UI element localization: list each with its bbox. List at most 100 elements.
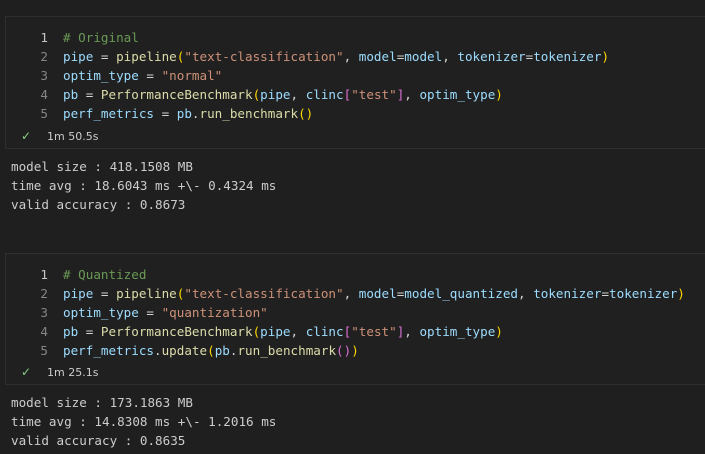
code-line[interactable]: 3 optim_type = "quantization" xyxy=(6,303,705,322)
code-token: , xyxy=(290,87,306,102)
output-line: model size : 173.1863 MB xyxy=(11,395,193,410)
code-line[interactable]: 4 pb = PerformanceBenchmark(pipe, clinc["… xyxy=(6,322,705,341)
code-text[interactable]: pb = PerformanceBenchmark(pipe, clinc["t… xyxy=(63,322,503,341)
code-token: . xyxy=(191,106,200,121)
code-token: perf_metrics xyxy=(63,106,154,121)
code-token: ) xyxy=(677,286,685,301)
code-token: = xyxy=(138,68,162,83)
code-line[interactable]: 2 pipe = pipeline("text-classification", … xyxy=(6,47,705,66)
output-line: valid accuracy : 0.8673 xyxy=(11,197,186,212)
code-token: PerformanceBenchmark xyxy=(100,324,253,339)
code-token: "text-classification" xyxy=(184,49,344,64)
line-number: 2 xyxy=(40,49,48,64)
code-text[interactable]: pipe = pipeline("text-classification", m… xyxy=(63,284,685,303)
line-number: 1 xyxy=(40,267,48,282)
code-token: optim_type xyxy=(419,324,496,339)
check-icon: ✓ xyxy=(21,129,32,143)
code-token: pipe xyxy=(260,87,291,102)
code-text[interactable]: optim_type = "normal" xyxy=(63,66,222,85)
line-number: 3 xyxy=(40,68,48,83)
code-line[interactable]: 3 optim_type = "normal" xyxy=(6,66,705,85)
code-token: = xyxy=(138,305,162,320)
line-number: 3 xyxy=(40,305,48,320)
code-editor[interactable]: 1 # Original 2 pipe = pipeline("text-classi… xyxy=(6,28,705,123)
code-text[interactable]: pb = PerformanceBenchmark(pipe, clinc["t… xyxy=(63,85,503,104)
execution-duration: 1m 25.1s xyxy=(47,366,99,379)
code-token: () xyxy=(336,343,352,358)
code-token: clinc xyxy=(305,87,344,102)
code-token: pb xyxy=(63,87,79,102)
output-line: valid accuracy : 0.8635 xyxy=(11,433,186,448)
code-token: model_quantized xyxy=(404,286,519,301)
code-token: model xyxy=(404,49,443,64)
line-number: 4 xyxy=(40,324,48,339)
code-token: pb xyxy=(214,343,230,358)
code-token: = xyxy=(78,87,101,102)
code-token: = xyxy=(93,286,117,301)
code-text[interactable]: optim_type = "quantization" xyxy=(63,303,268,322)
code-token: optim_type xyxy=(63,305,139,320)
code-token: tokenizer xyxy=(609,286,678,301)
code-token: clinc xyxy=(305,324,344,339)
code-text[interactable]: perf_metrics.update(pb.run_benchmark()) xyxy=(63,341,359,360)
code-token: PerformanceBenchmark xyxy=(100,87,253,102)
code-token: () xyxy=(298,106,314,121)
code-token: optim_type xyxy=(63,68,139,83)
line-number: 5 xyxy=(40,106,48,121)
code-token: model xyxy=(358,49,397,64)
code-token: run_benchmark xyxy=(199,106,299,121)
line-number: 5 xyxy=(40,343,48,358)
cell-output: model size : 418.1508 MB time avg : 18.60… xyxy=(11,157,276,214)
code-text[interactable]: # Quantized xyxy=(63,265,146,284)
code-token: pb xyxy=(176,106,192,121)
code-line[interactable]: 2 pipe = pipeline("text-classification", … xyxy=(6,284,705,303)
code-text[interactable]: # Original xyxy=(63,28,139,47)
execution-duration: 1m 50.5s xyxy=(47,130,99,143)
code-token: , xyxy=(442,49,458,64)
code-token: "quantization" xyxy=(161,305,268,320)
code-token: . xyxy=(154,343,162,358)
code-token: pipe xyxy=(63,49,94,64)
code-token: ) xyxy=(601,49,610,64)
code-token: "test" xyxy=(351,324,397,339)
code-token: ) xyxy=(495,87,503,102)
code-line[interactable]: 4 pb = PerformanceBenchmark(pipe, clinc["… xyxy=(6,85,705,104)
code-token: # Original xyxy=(63,30,139,45)
code-token: , xyxy=(404,324,420,339)
code-line[interactable]: 1 # Original xyxy=(6,28,705,47)
code-token: perf_metrics xyxy=(63,343,154,358)
cell-status-bar: ✓ 1m 25.1s xyxy=(21,364,98,380)
code-line[interactable]: 5 perf_metrics.update(pb.run_benchmark()) xyxy=(6,341,705,360)
check-icon: ✓ xyxy=(21,365,32,379)
code-token: , xyxy=(343,49,359,64)
code-token: = xyxy=(93,49,117,64)
code-token: "text-classification" xyxy=(184,286,344,301)
code-line[interactable]: 1 # Quantized xyxy=(6,265,705,284)
code-token: tokenizer xyxy=(533,286,602,301)
code-editor[interactable]: 1 # Quantized 2 pipe = pipeline("text-class… xyxy=(6,265,705,360)
code-token: update xyxy=(161,343,208,358)
code-token: pipe xyxy=(260,324,291,339)
line-number: 4 xyxy=(40,87,48,102)
code-token: tokenizer xyxy=(533,49,602,64)
code-token: ( xyxy=(207,343,215,358)
cell-output: model size : 173.1863 MB time avg : 14.83… xyxy=(11,393,276,450)
code-cell[interactable]: 1 # Original 2 pipe = pipeline("text-classi… xyxy=(5,16,705,149)
code-line[interactable]: 5 perf_metrics = pb.run_benchmark() xyxy=(6,104,705,123)
output-line: model size : 418.1508 MB xyxy=(11,159,193,174)
notebook-page: 1 # Original 2 pipe = pipeline("text-classi… xyxy=(0,0,705,454)
code-token: = xyxy=(601,286,610,301)
code-token: pipeline xyxy=(116,286,177,301)
line-number: 1 xyxy=(40,30,48,45)
code-token: , xyxy=(343,286,359,301)
code-token: = xyxy=(154,106,177,121)
code-text[interactable]: perf_metrics = pb.run_benchmark() xyxy=(63,104,313,123)
code-cell[interactable]: 1 # Quantized 2 pipe = pipeline("text-class… xyxy=(5,253,705,385)
code-token: , xyxy=(518,286,534,301)
code-text[interactable]: pipe = pipeline("text-classification", m… xyxy=(63,47,609,66)
code-token: ) xyxy=(351,343,359,358)
code-token: optim_type xyxy=(419,87,496,102)
code-token: , xyxy=(404,87,420,102)
code-token: pb xyxy=(63,324,79,339)
code-token: model xyxy=(358,286,397,301)
